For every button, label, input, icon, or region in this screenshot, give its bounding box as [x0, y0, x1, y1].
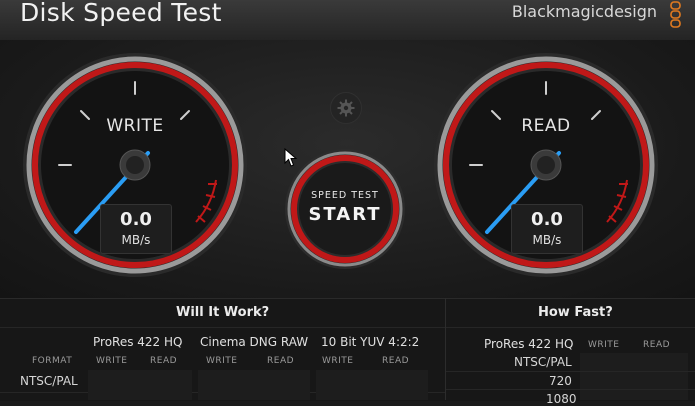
read-speed-unit: MB/s — [532, 233, 562, 247]
how-fast-row-divider — [446, 389, 695, 390]
prores-write-header: WRITE — [96, 356, 128, 366]
yuv-write-header: WRITE — [322, 356, 354, 366]
read-speed-value: 0.0 — [531, 209, 563, 230]
brand-name: Blackmagicdesign — [511, 2, 657, 21]
write-gauge-label: WRITE — [106, 116, 164, 136]
yuv-result-cell — [316, 370, 428, 400]
format-header: FORMAT — [32, 356, 73, 366]
write-speed-value: 0.0 — [120, 209, 152, 230]
gear-icon — [337, 99, 355, 117]
speed-test-start-button[interactable]: SPEED TEST START — [284, 148, 406, 270]
how-fast-header-divider — [446, 327, 695, 328]
blackmagic-logo-icon — [670, 1, 681, 28]
write-speed-unit: MB/s — [121, 233, 151, 247]
will-it-work-header-divider — [0, 327, 445, 328]
dng-result-cell — [198, 370, 310, 400]
prores-result-cell — [88, 370, 192, 400]
start-button-label: START — [308, 204, 382, 225]
write-speed-readout: 0.0 MB/s — [100, 204, 172, 254]
how-fast-result-cells — [580, 353, 688, 400]
settings-button[interactable] — [330, 92, 362, 124]
will-it-work-title: Will It Work? — [176, 305, 270, 320]
column-prores-422-hq: ProRes 422 HQ — [93, 335, 183, 349]
dng-read-header: READ — [267, 356, 295, 366]
prores-read-header: READ — [150, 356, 178, 366]
column-cinema-dng-raw: Cinema DNG RAW — [200, 335, 309, 349]
panel-divider — [445, 298, 446, 400]
how-fast-row-divider — [446, 371, 695, 372]
start-button-caption: SPEED TEST — [311, 190, 379, 201]
will-it-work-row-ntsc-pal: NTSC/PAL — [20, 374, 78, 388]
how-fast-row-720: 720 — [549, 374, 572, 388]
write-gauge: WRITE 0.0 MB/s — [20, 50, 250, 280]
how-fast-format: ProRes 422 HQ — [484, 337, 574, 351]
title-bar: Disk Speed Test Blackmagicdesign — [0, 0, 695, 41]
read-gauge-label: READ — [521, 116, 571, 136]
read-gauge: READ 0.0 MB/s — [431, 50, 661, 280]
how-fast-row-ntsc-pal: NTSC/PAL — [514, 355, 572, 369]
app-title: Disk Speed Test — [20, 0, 222, 27]
dng-write-header: WRITE — [206, 356, 238, 366]
yuv-read-header: READ — [382, 356, 410, 366]
how-fast-title: How Fast? — [538, 305, 613, 320]
column-10bit-yuv-422: 10 Bit YUV 4:2:2 — [321, 335, 420, 349]
mouse-cursor-icon — [284, 148, 298, 167]
how-fast-row-1080: 1080 — [546, 392, 577, 406]
how-fast-write-header: WRITE — [588, 340, 620, 350]
read-speed-readout: 0.0 MB/s — [511, 204, 583, 254]
how-fast-read-header: READ — [643, 340, 671, 350]
